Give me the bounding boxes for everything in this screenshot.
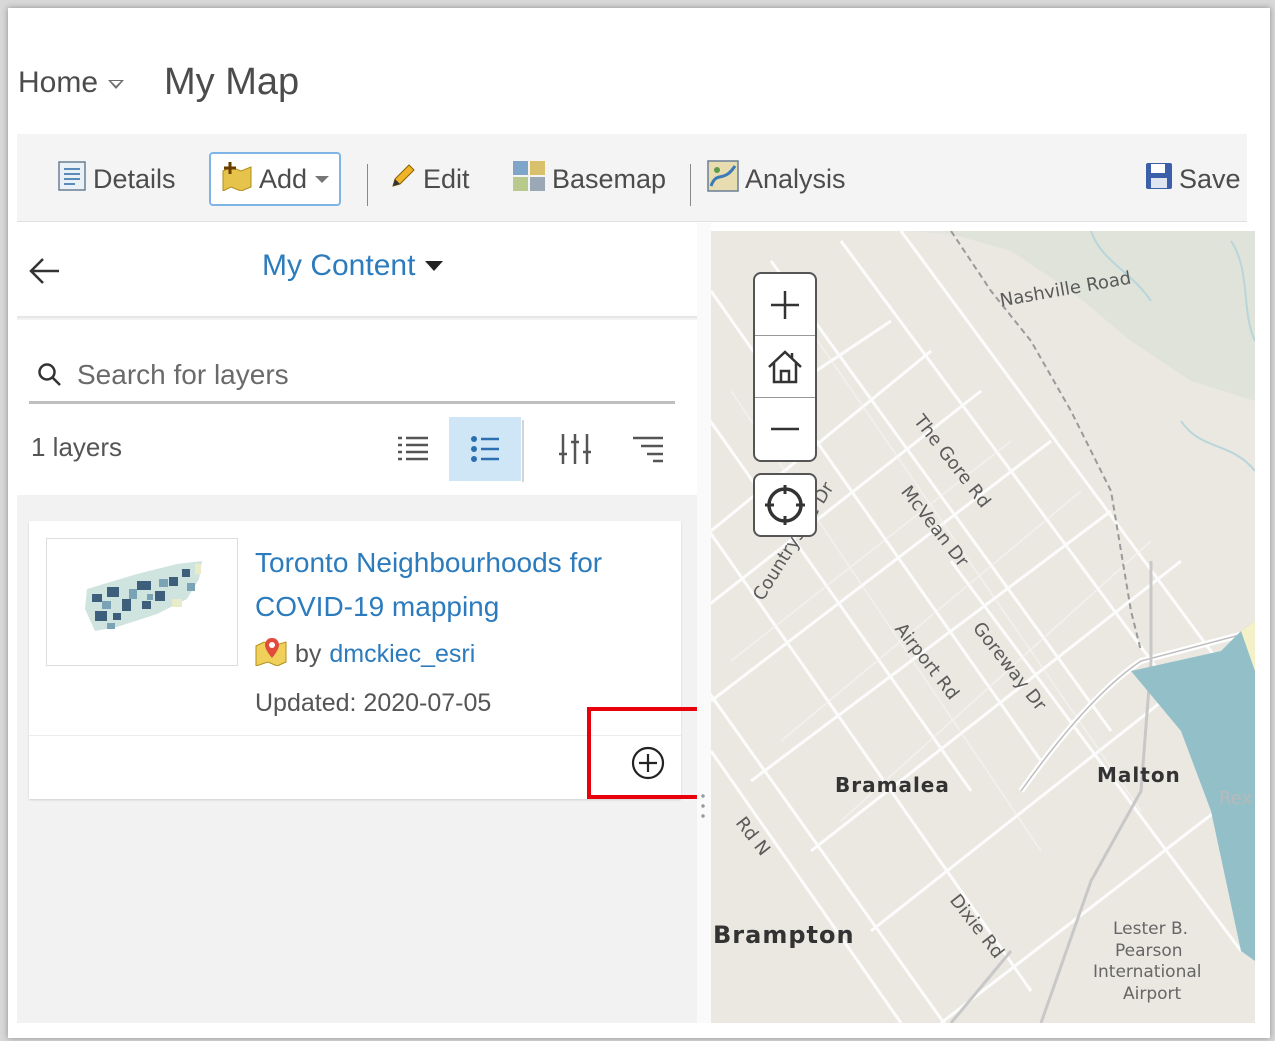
layer-thumbnail <box>46 538 238 666</box>
save-label: Save <box>1179 163 1241 194</box>
zoom-in-button[interactable] <box>755 274 815 336</box>
sliders-icon <box>559 434 591 464</box>
layer-title-link[interactable]: Toronto Neighbourhoods for COVID-19 mapp… <box>255 541 665 629</box>
view-divider <box>522 420 524 482</box>
bullet-list-icon <box>471 436 499 462</box>
save-button[interactable]: Save <box>1145 152 1241 206</box>
zoom-out-button[interactable] <box>755 398 815 460</box>
map-title: My Map <box>164 61 300 103</box>
basemap-grid-icon <box>512 160 546 199</box>
place-label: Bramalea <box>835 773 950 797</box>
details-button[interactable]: Details <box>57 152 176 206</box>
zoom-control <box>753 272 817 462</box>
chevron-down-icon <box>108 79 125 89</box>
airport-label: International <box>1093 962 1202 982</box>
by-label: by <box>295 640 322 668</box>
owner-row: by dmckiec_esri <box>255 636 475 673</box>
card-divider <box>29 735 681 736</box>
content-source-label: My Content <box>262 249 416 282</box>
details-icon <box>57 160 87 199</box>
toolbar: Details Add Edit Basemap Analysis Save <box>17 134 1247 222</box>
analysis-button[interactable]: Analysis <box>707 152 846 206</box>
panel-splitter[interactable] <box>697 223 711 1023</box>
drag-handle-icon[interactable] <box>701 791 705 821</box>
analysis-label: Analysis <box>745 163 846 194</box>
add-layer-icon <box>221 161 253 198</box>
search-box <box>29 348 675 404</box>
feature-layer-icon <box>255 636 287 673</box>
panel-header: My Content <box>17 223 697 318</box>
add-label: Add <box>259 163 308 194</box>
locate-button[interactable] <box>753 473 817 537</box>
layer-count: 1 layers <box>31 432 123 462</box>
road-label: Rex <box>1219 788 1253 809</box>
minus-icon <box>771 427 799 431</box>
home-icon <box>768 349 802 383</box>
toolbar-divider <box>367 164 368 206</box>
add-layer-panel: My Content 1 layers <box>17 223 697 1023</box>
owner-link[interactable]: dmckiec_esri <box>329 640 475 669</box>
sort-button[interactable] <box>612 417 684 481</box>
airport-label: Pearson <box>1115 941 1183 961</box>
chevron-down-icon <box>315 175 330 183</box>
details-label: Details <box>93 163 176 194</box>
home-label: Home <box>18 65 99 99</box>
layer-result-card: Toronto Neighbourhoods for COVID-19 mapp… <box>29 521 681 799</box>
place-label: Brampton <box>713 921 855 949</box>
place-label: Malton <box>1097 763 1181 787</box>
home-menu[interactable]: Home <box>18 65 125 100</box>
search-input[interactable] <box>77 358 637 391</box>
search-icon <box>38 362 61 386</box>
edit-label: Edit <box>423 163 470 194</box>
analysis-icon <box>707 159 739 199</box>
content-source-dropdown[interactable]: My Content <box>262 249 444 283</box>
list-view-button[interactable] <box>377 417 449 481</box>
filter-button[interactable] <box>539 417 611 481</box>
edit-button[interactable]: Edit <box>389 152 470 206</box>
airport-label: Lester B. <box>1113 919 1189 939</box>
detailed-list-view-button[interactable] <box>449 417 521 481</box>
basemap-button[interactable]: Basemap <box>512 152 666 206</box>
title-row: Home My Map <box>18 55 299 110</box>
updated-date: Updated: 2020-07-05 <box>255 689 492 717</box>
list-icon <box>398 436 428 461</box>
basemap-label: Basemap <box>552 163 667 194</box>
back-arrow-icon[interactable] <box>27 253 63 289</box>
sort-icon <box>633 436 663 463</box>
airport-label: Airport <box>1123 984 1182 1004</box>
toolbar-divider <box>690 164 691 206</box>
search-area: 1 layers <box>17 320 697 495</box>
floppy-disk-icon <box>1145 162 1173 197</box>
pencil-icon <box>389 162 417 197</box>
caret-down-icon <box>425 261 444 271</box>
highlight-box <box>587 707 710 799</box>
plus-icon <box>771 290 799 319</box>
crosshair-icon <box>765 485 805 525</box>
add-button[interactable]: Add <box>209 152 342 206</box>
default-extent-button[interactable] <box>755 336 815 398</box>
